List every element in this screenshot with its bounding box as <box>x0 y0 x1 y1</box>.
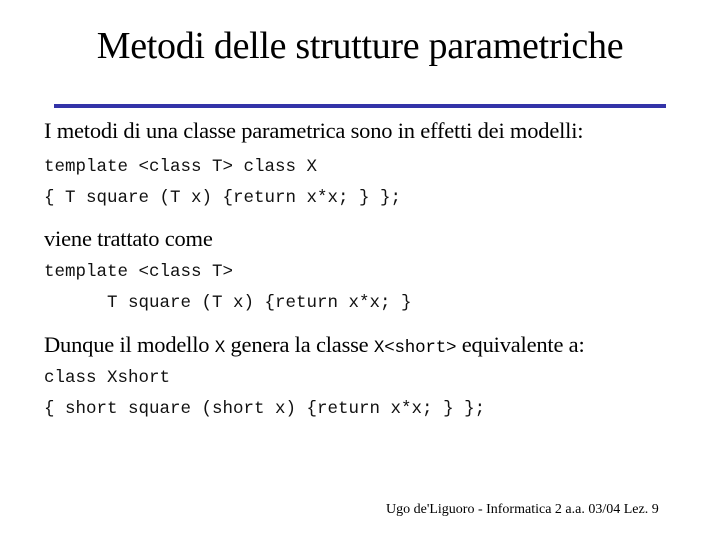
conclusion-part: genera la classe <box>225 332 374 357</box>
intro-text: I metodi di una classe parametrica sono … <box>44 118 584 143</box>
code-line: { T square (T x) {return x*x; } }; <box>44 188 402 208</box>
conclusion-part: Dunque il modello <box>44 332 215 357</box>
treated-as-text: viene trattato come <box>44 226 213 251</box>
code-line: template <class T> <box>44 262 234 282</box>
code-line: template <class T> class X <box>44 157 318 177</box>
inline-code: X<short> <box>373 338 457 358</box>
code-line: T square (T x) {return x*x; } <box>44 293 412 313</box>
slide-footer: Ugo de'Liguoro - Informatica 2 a.a. 03/0… <box>386 502 659 517</box>
conclusion-part: equivalente a: <box>456 332 585 357</box>
code-line: { short square (short x) {return x*x; } … <box>44 399 486 419</box>
title-underline <box>54 104 666 108</box>
conclusion-text: Dunque il modello X genera la classe X<s… <box>44 332 585 361</box>
code-line: class Xshort <box>44 368 171 388</box>
slide-title: Metodi delle strutture parametriche <box>96 25 624 67</box>
inline-code: X <box>214 338 226 358</box>
